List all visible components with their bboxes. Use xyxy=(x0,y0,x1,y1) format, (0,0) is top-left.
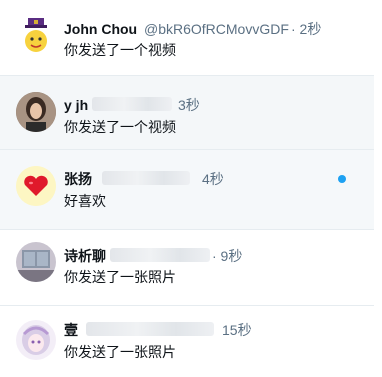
conversation-handle: @bkR6OfRCMovvGDF xyxy=(144,21,289,37)
conversation-preview: 你发送了一张照片 xyxy=(64,269,176,285)
heart-emoji-avatar[interactable] xyxy=(16,166,56,206)
conversation-preview: 好喜欢 xyxy=(64,193,106,209)
conversation-item[interactable]: y jh 3秒 你发送了一个视频 xyxy=(0,76,374,150)
conversation-preview: 你发送了一张照片 xyxy=(64,344,176,360)
conversation-name: 张扬 xyxy=(64,171,92,187)
conversation-name: y jh xyxy=(64,97,89,113)
avatar[interactable] xyxy=(16,242,56,282)
conversation-time: · 2秒 xyxy=(291,21,322,37)
avatar[interactable] xyxy=(16,16,56,56)
conversation-item[interactable]: 张扬 4秒 好喜欢 xyxy=(0,150,374,230)
avatar[interactable] xyxy=(16,92,56,132)
redacted-handle xyxy=(102,171,190,185)
conversation-name: 诗析聊 xyxy=(64,248,106,264)
conversation-name: John Chou xyxy=(64,21,138,37)
conversation-time: 4秒 xyxy=(202,171,224,187)
conversation-name: 壹 xyxy=(64,322,78,338)
conversation-time: 15秒 xyxy=(222,322,252,338)
unread-indicator xyxy=(338,175,346,183)
conversation-list: John Chou @bkR6OfRCMovvGDF · 2秒 你发送了一个视频… xyxy=(0,0,382,377)
redacted-handle xyxy=(92,97,172,111)
conversation-item[interactable]: 壹 15秒 你发送了一张照片 xyxy=(0,306,374,377)
conversation-preview: 你发送了一个视频 xyxy=(64,119,176,135)
avatar[interactable] xyxy=(16,320,56,360)
conversation-time: · 9秒 xyxy=(212,248,243,264)
conversation-time: 3秒 xyxy=(178,97,200,113)
conversation-item[interactable]: John Chou @bkR6OfRCMovvGDF · 2秒 你发送了一个视频 xyxy=(0,0,374,76)
redacted-handle xyxy=(110,248,210,262)
redacted-handle xyxy=(86,322,214,336)
conversation-item[interactable]: 诗析聊 · 9秒 你发送了一张照片 xyxy=(0,230,374,306)
scrollbar[interactable] xyxy=(374,0,382,377)
conversation-preview: 你发送了一个视频 xyxy=(64,42,176,58)
